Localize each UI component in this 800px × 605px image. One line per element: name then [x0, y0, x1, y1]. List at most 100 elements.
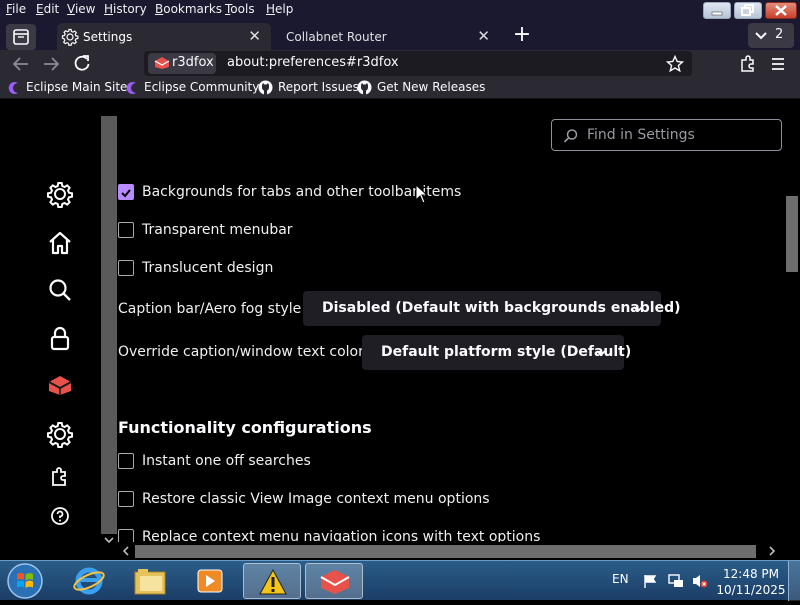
restore-button[interactable]: [734, 2, 762, 19]
menu-view[interactable]: View: [67, 2, 95, 16]
backgrounds-label: Backgrounds for tabs and other toolbar i…: [142, 184, 462, 200]
taskbar-media-player[interactable]: [181, 563, 239, 599]
forward-arrow-icon[interactable]: [42, 55, 60, 73]
sidebar-item-settings-gear-icon[interactable]: [46, 420, 74, 448]
functionality-heading: Functionality configurations: [118, 418, 372, 437]
github-icon: [258, 80, 273, 95]
taskbar-file-explorer[interactable]: [121, 563, 179, 599]
bookmark-report-issues[interactable]: Report Issues: [258, 80, 359, 95]
vertical-scrollbar-thumb[interactable]: [786, 196, 798, 272]
internet-explorer-icon: [73, 567, 105, 595]
bookmark-star-icon[interactable]: [666, 55, 684, 73]
horizontal-scrollbar-thumb[interactable]: [135, 545, 756, 558]
bookmark-eclipse-community[interactable]: Eclipse Community: [125, 80, 259, 95]
scroll-left-arrow-icon[interactable]: [122, 546, 130, 556]
tab-settings[interactable]: Settings ✕: [57, 23, 271, 50]
menu-tools[interactable]: Tools: [225, 2, 255, 16]
transparent-menubar-checkbox[interactable]: [118, 222, 134, 238]
taskbar-internet-explorer[interactable]: [60, 563, 118, 599]
caption-text-color-value: Default platform style (Default): [381, 344, 632, 360]
sidebar-item-privacy-lock-icon[interactable]: [46, 324, 74, 352]
gear-icon: [61, 28, 79, 46]
url-text: about:preferences#r3dfox: [227, 55, 399, 70]
identity-label: r3dfox: [172, 55, 214, 70]
sidebar-item-r3dfox-icon[interactable]: [46, 372, 74, 400]
tab-close-icon[interactable]: ✕: [248, 27, 261, 45]
warning-icon: [259, 568, 287, 595]
translucent-design-label: Translucent design: [142, 260, 274, 276]
bookmark-eclipse-main-site[interactable]: Eclipse Main Site: [7, 80, 127, 95]
tab-close-icon[interactable]: ✕: [477, 27, 490, 45]
reload-icon[interactable]: [73, 54, 91, 72]
hamburger-menu-icon[interactable]: [769, 55, 787, 73]
restore-icon: [741, 4, 754, 16]
action-center-flag-icon[interactable]: [642, 573, 658, 589]
tab-count: 2: [775, 27, 784, 42]
caption-text-color-label: Override caption/window text color: [118, 344, 364, 360]
chevron-down-icon: [596, 350, 606, 357]
minimize-icon: [711, 11, 723, 16]
menu-history[interactable]: History: [104, 2, 147, 16]
caption-style-value: Disabled (Default with backgrounds enabl…: [322, 300, 681, 316]
taskbar-r3dfox[interactable]: [305, 563, 363, 599]
checkmark-icon: [121, 189, 131, 198]
tab-list-button[interactable]: [6, 24, 36, 50]
sidebar-item-general-gear-icon[interactable]: [46, 180, 74, 208]
all-tabs-button[interactable]: 2: [748, 23, 794, 48]
network-icon[interactable]: [667, 572, 685, 590]
sidebar-divider: [101, 116, 117, 534]
minimize-button[interactable]: [703, 2, 731, 19]
classic-view-image-label: Restore classic View Image context menu …: [142, 491, 490, 507]
sidebar-item-help-icon[interactable]: [50, 506, 70, 526]
new-tab-button[interactable]: +: [510, 22, 534, 47]
vertical-scrollbar[interactable]: [784, 100, 800, 540]
menu-file[interactable]: File: [6, 2, 26, 16]
back-arrow-icon[interactable]: [12, 55, 30, 73]
classic-view-image-checkbox[interactable]: [118, 491, 134, 507]
windows-start-orb-icon: [7, 563, 43, 599]
sidebar-item-home-icon[interactable]: [46, 229, 74, 257]
tab-label: Settings: [83, 30, 133, 44]
taskbar-warning-app[interactable]: [243, 563, 301, 599]
navigation-toolbar: r3dfox about:preferences#r3dfox: [0, 50, 800, 77]
chevron-down-icon: [633, 306, 643, 313]
extensions-icon[interactable]: [739, 55, 757, 73]
menu-edit[interactable]: Edit: [36, 2, 59, 16]
identity-box[interactable]: r3dfox: [148, 53, 216, 74]
find-in-settings-input[interactable]: Find in Settings: [551, 119, 782, 151]
tab-label: Collabnet Router: [286, 30, 387, 44]
tab-collabnet-router[interactable]: Collabnet Router ✕: [276, 23, 500, 50]
bookmarks-toolbar: Eclipse Main Site Eclipse Community Repo…: [0, 77, 800, 99]
eclipse-icon: [8, 81, 18, 94]
scroll-down-arrow-icon[interactable]: [104, 536, 114, 544]
caption-style-label: Caption bar/Aero fog style: [118, 301, 302, 317]
sidebar-item-extensions-icon[interactable]: [49, 466, 71, 488]
language-indicator[interactable]: EN: [612, 572, 629, 586]
eclipse-icon: [126, 81, 136, 94]
translucent-design-checkbox[interactable]: [118, 260, 134, 276]
close-window-button[interactable]: [765, 2, 797, 19]
bookmark-get-new-releases[interactable]: Get New Releases: [357, 80, 485, 95]
scroll-right-arrow-icon[interactable]: [768, 546, 776, 556]
instant-searches-label: Instant one off searches: [142, 453, 311, 469]
volume-muted-icon[interactable]: [691, 572, 709, 590]
start-button[interactable]: [4, 561, 46, 601]
chevron-down-icon: [755, 32, 767, 40]
clock-time: 12:48 PM: [723, 567, 779, 581]
menu-help[interactable]: Help: [266, 2, 293, 16]
sidebar-item-search-icon[interactable]: [46, 276, 74, 304]
folder-icon: [134, 569, 166, 595]
search-placeholder: Find in Settings: [587, 127, 695, 143]
instant-searches-checkbox[interactable]: [118, 453, 134, 469]
url-bar[interactable]: r3dfox about:preferences#r3dfox: [144, 51, 692, 76]
firefox-view-icon: [13, 29, 29, 45]
show-desktop-button[interactable]: [788, 561, 800, 601]
clock[interactable]: 12:48 PM 10/11/2025: [716, 566, 786, 598]
mouse-cursor-icon: [415, 184, 429, 204]
menu-bookmarks[interactable]: Bookmarks: [155, 2, 222, 16]
caption-text-color-select[interactable]: Default platform style (Default): [362, 335, 631, 370]
backgrounds-checkbox[interactable]: [118, 184, 134, 200]
plus-icon: +: [512, 22, 532, 47]
search-icon: [563, 129, 578, 143]
caption-style-select[interactable]: Disabled (Default with backgrounds enabl…: [303, 291, 681, 326]
